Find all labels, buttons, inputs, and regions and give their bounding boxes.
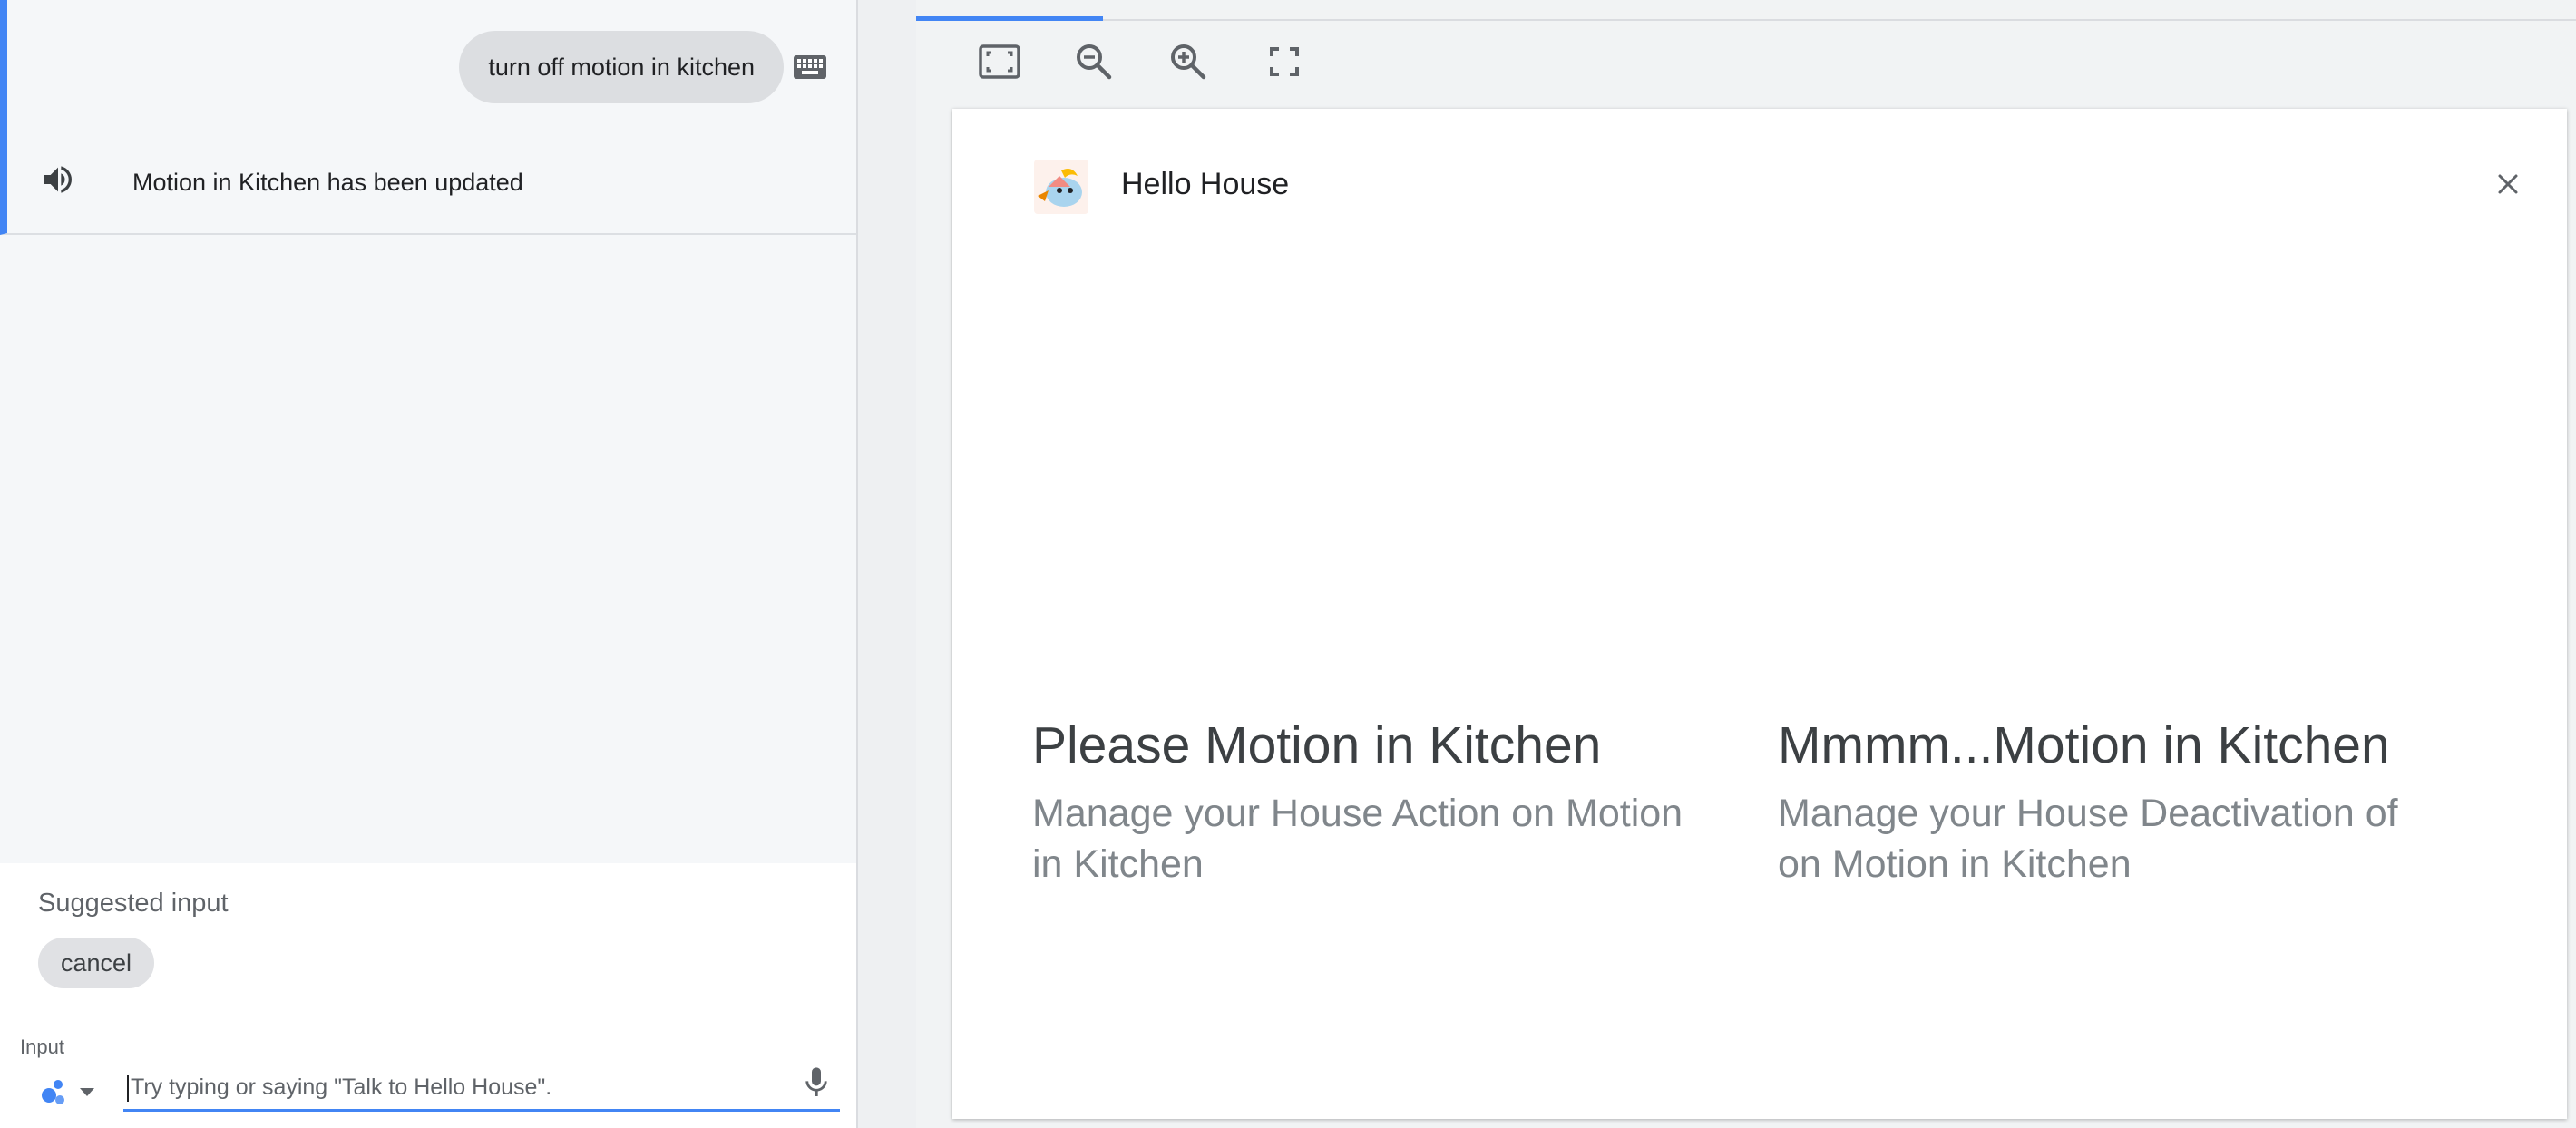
active-tab-indicator — [916, 16, 1103, 21]
display-panel: Hello House Please Motion in Kitchen Man… — [916, 0, 2576, 1128]
close-icon[interactable] — [2494, 170, 2522, 198]
suggestion-chip-cancel[interactable]: cancel — [38, 938, 155, 988]
hello-house-logo-icon — [1034, 160, 1088, 214]
speaker-icon[interactable] — [40, 161, 76, 198]
assistant-dots-dropdown-icon[interactable] — [36, 1074, 102, 1108]
top-divider — [916, 19, 2576, 21]
card-item[interactable]: Please Motion in Kitchen Manage your Hou… — [1032, 715, 1703, 890]
display-card: Hello House Please Motion in Kitchen Man… — [952, 109, 2567, 1119]
zoom-in-icon[interactable] — [1165, 38, 1212, 85]
suggested-input-label: Suggested input — [38, 889, 229, 918]
assistant-response-text: Motion in Kitchen has been updated — [132, 169, 523, 196]
input-label: Input — [20, 1036, 64, 1058]
zoom-out-icon[interactable] — [1070, 38, 1117, 85]
microphone-icon[interactable] — [798, 1061, 834, 1104]
query-input[interactable] — [129, 1067, 840, 1108]
card-item[interactable]: Mmmm...Motion in Kitchen Manage your Hou… — [1778, 715, 2449, 890]
conversation-turn: turn off motion in kitchen Motion in Kit… — [0, 0, 856, 235]
app-title: Hello House — [1121, 167, 1290, 201]
keyboard-icon — [794, 55, 826, 79]
user-query-bubble[interactable]: turn off motion in kitchen — [459, 31, 784, 103]
simulator-panel: turn off motion in kitchen Motion in Kit… — [0, 0, 858, 1128]
card-item-description: Manage your House Deactivation of on Mot… — [1778, 792, 2398, 887]
fullscreen-icon[interactable] — [1261, 38, 1308, 85]
conversation-area: turn off motion in kitchen Motion in Kit… — [0, 0, 856, 863]
query-input-field[interactable] — [123, 1066, 840, 1112]
card-item-title: Mmmm...Motion in Kitchen — [1778, 716, 2390, 774]
card-item-description: Manage your House Action on Motion in Ki… — [1032, 792, 1683, 887]
card-item-title: Please Motion in Kitchen — [1032, 716, 1602, 774]
fit-screen-icon[interactable] — [976, 38, 1023, 85]
